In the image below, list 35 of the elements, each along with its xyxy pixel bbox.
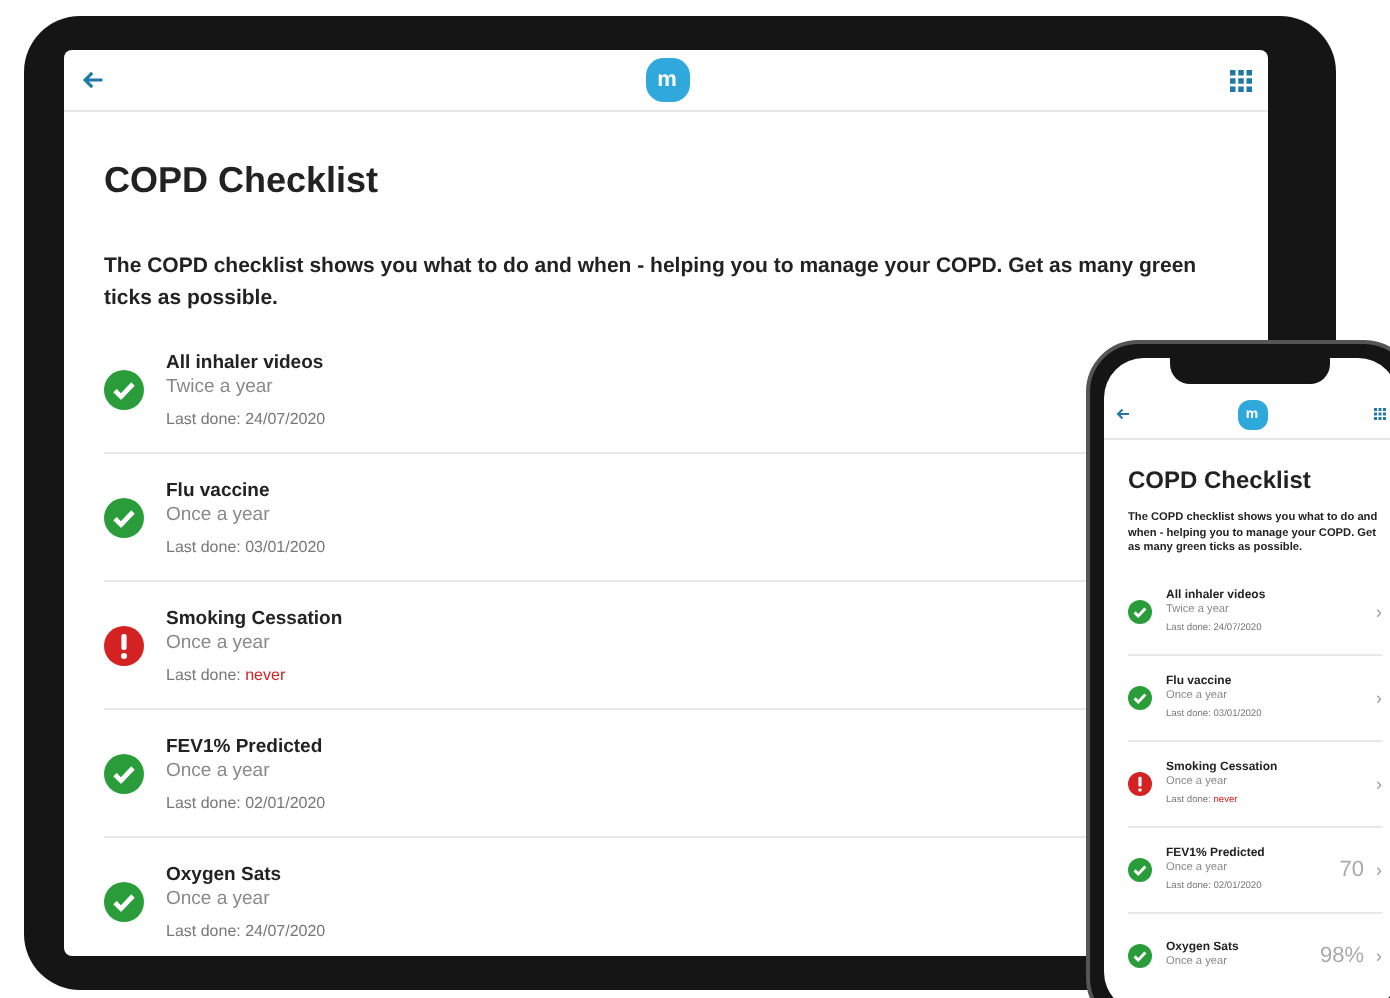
back-arrow-icon[interactable]: [82, 70, 104, 90]
item-frequency: Twice a year: [166, 375, 273, 397]
item-frequency: Once a year: [166, 759, 270, 781]
item-name: FEV1% Predicted: [166, 735, 323, 757]
last-done-text: Last done: 03/01/2020: [166, 537, 326, 555]
item-reading: 98%: [1319, 943, 1364, 967]
page-title: COPD Checklist: [1128, 466, 1313, 494]
grid-menu-icon[interactable]: [1230, 69, 1252, 91]
chevron-icon: ›: [1376, 601, 1382, 621]
back-arrow-icon[interactable]: [1116, 408, 1130, 420]
grid-menu-icon[interactable]: [1374, 408, 1386, 420]
item-frequency: Once a year: [166, 503, 270, 525]
last-done-text: Last done: 24/07/2020: [166, 409, 326, 427]
chevron-icon: ›: [1376, 687, 1382, 707]
checklist-item[interactable]: Flu vaccine Once a year Last done: 03/01/2020: [104, 454, 326, 580]
item-name: Oxygen Sats: [166, 863, 282, 885]
item-name: All inhaler videos: [166, 351, 324, 373]
last-done-text: Last done: 02/01/2020: [166, 793, 326, 811]
chevron-icon: ›: [1376, 859, 1382, 879]
checklist-item[interactable]: Oxygen Sats Once a year Last done: 24/07/2020: [104, 838, 326, 956]
item-frequency: Once a year: [166, 887, 270, 909]
checklist-item[interactable]: Smoking Cessation Once a year Last done: never: [104, 582, 343, 708]
chevron-icon: ›: [1376, 773, 1382, 793]
item-name: Smoking Cessation: [166, 607, 343, 629]
last-done-text: Last done: 24/07/2020: [166, 921, 326, 939]
app-logo: m: [645, 58, 689, 102]
intro-text: The COPD checklist shows you what to do and when - helping you to manage your COPD. Get as many green ticks as possible.: [104, 252, 1199, 314]
item-reading: 70: [1339, 857, 1364, 881]
checklist-item[interactable]: All inhaler videos Twice a year Last done: 24/07/2020: [104, 326, 326, 452]
chevron-icon: ›: [1376, 945, 1382, 965]
page-title: COPD Checklist: [104, 160, 381, 202]
checklist-item[interactable]: FEV1% Predicted Once a year Last done: 02/01/2020: [104, 710, 326, 836]
last-done-text: Last done: never: [166, 665, 286, 683]
item-frequency: Once a year: [166, 631, 270, 653]
item-name: Flu vaccine: [166, 479, 270, 501]
